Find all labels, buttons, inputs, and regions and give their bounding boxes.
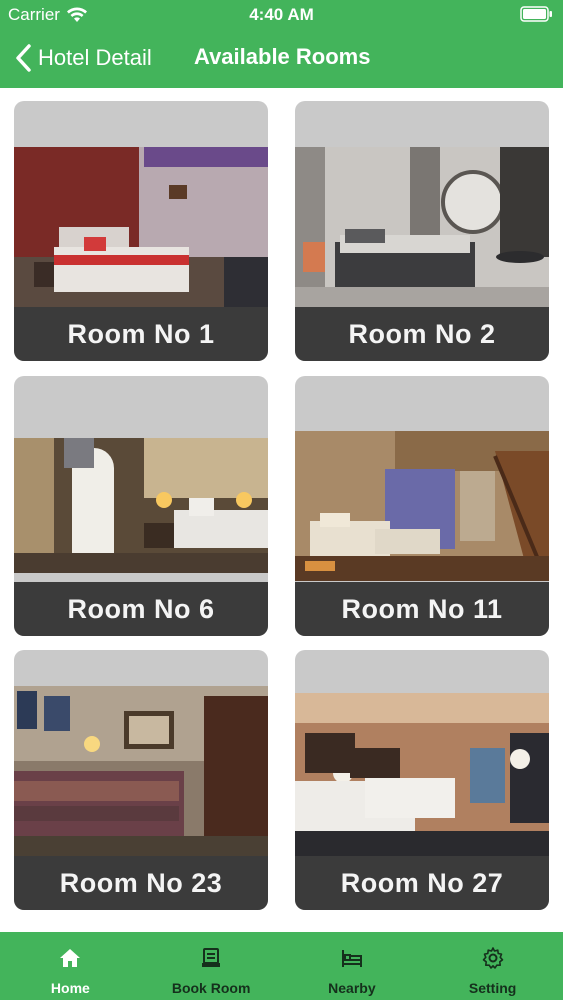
- room-photo: [14, 147, 268, 307]
- room-label: Room No 2: [348, 318, 496, 349]
- tab-setting-label: Setting: [468, 980, 517, 996]
- room-label-bar: Room No 1: [14, 307, 268, 361]
- tab-nearby-label: Nearby: [328, 980, 376, 996]
- tab-bar: Home Book Room Nearby Setting: [0, 932, 563, 1000]
- room-photo: [295, 431, 549, 581]
- home-icon: [60, 949, 81, 967]
- nav-bar: Hotel Detail Available Rooms: [0, 38, 563, 78]
- room-label: Room No 27: [340, 867, 504, 898]
- room-card[interactable]: Room No 2: [295, 101, 549, 361]
- gear-icon: [482, 947, 503, 969]
- tab-setting[interactable]: Setting: [422, 932, 563, 1000]
- room-label: Room No 1: [67, 318, 215, 349]
- bed-icon: [341, 950, 362, 967]
- app-screen: Carrier 4:40 AM Hotel Detail Available R…: [0, 0, 563, 1000]
- status-bar: Carrier 4:40 AM: [0, 0, 563, 30]
- back-button[interactable]: Hotel Detail: [14, 42, 152, 74]
- tab-nearby[interactable]: Nearby: [282, 932, 423, 1000]
- room-label-bar: Room No 23: [14, 856, 268, 910]
- tab-home-label: Home: [50, 980, 90, 996]
- back-label: Hotel Detail: [38, 45, 152, 70]
- room-label-bar: Room No 6: [14, 582, 268, 636]
- battery-icon: [520, 6, 552, 22]
- status-time: 4:40 AM: [249, 5, 314, 24]
- room-label: Room No 11: [341, 593, 503, 624]
- room-label-bar: Room No 11: [295, 582, 549, 636]
- room-card[interactable]: Room No 1: [14, 101, 268, 361]
- room-label: Room No 6: [67, 593, 215, 624]
- room-card[interactable]: Room No 6: [14, 376, 268, 636]
- room-photo: [14, 438, 268, 573]
- room-label-bar: Room No 2: [295, 307, 549, 361]
- room-card[interactable]: Room No 23: [14, 650, 268, 910]
- room-photo: [295, 147, 549, 307]
- book-room-icon: [202, 948, 221, 967]
- room-card[interactable]: Room No 11: [295, 376, 549, 636]
- tab-book-room-label: Book Room: [171, 980, 251, 996]
- room-photo: [14, 686, 268, 856]
- header: Carrier 4:40 AM Hotel Detail Available R…: [0, 0, 563, 88]
- room-card[interactable]: Room No 27: [295, 650, 549, 910]
- tab-book-room[interactable]: Book Room: [141, 932, 282, 1000]
- chevron-left-icon: [16, 44, 31, 72]
- page-title: Available Rooms: [194, 44, 371, 69]
- room-photo: [295, 693, 549, 858]
- tab-home[interactable]: Home: [0, 932, 141, 1000]
- room-label: Room No 23: [59, 867, 223, 898]
- room-label-bar: Room No 27: [295, 856, 549, 910]
